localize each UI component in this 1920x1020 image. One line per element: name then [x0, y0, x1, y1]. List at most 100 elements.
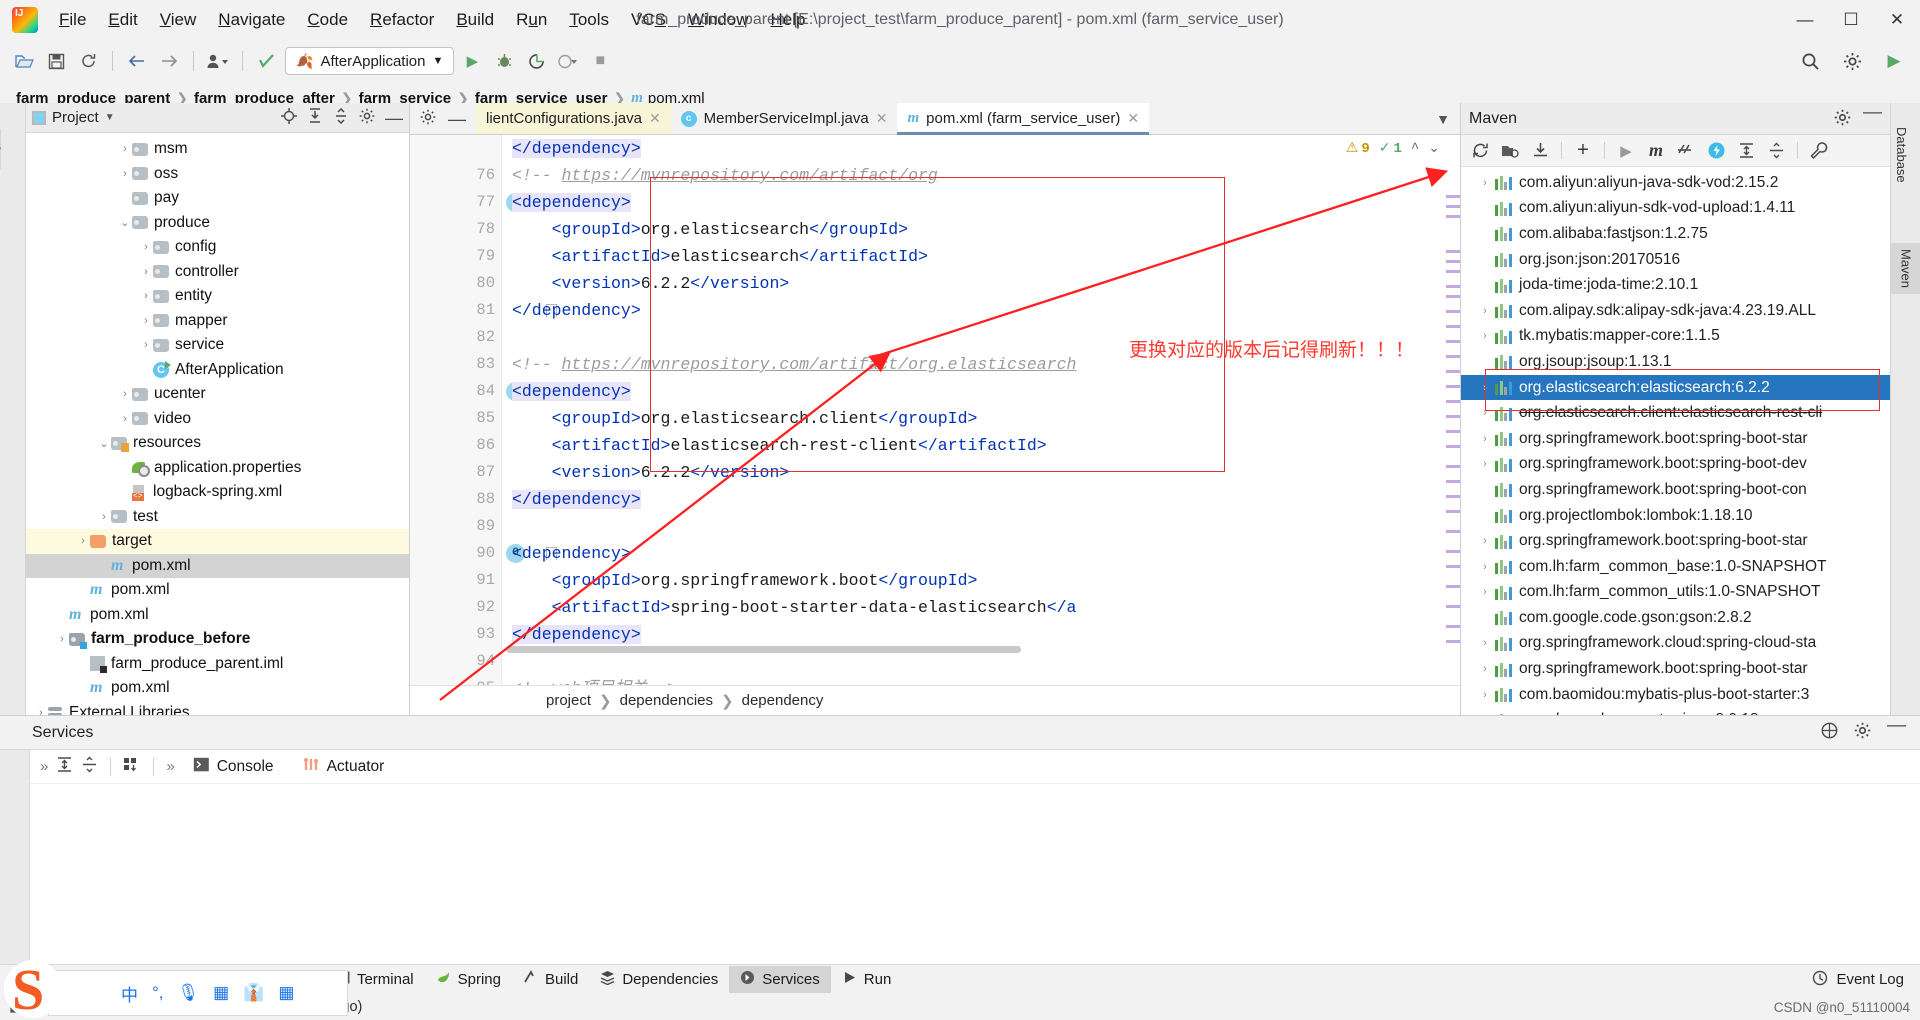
- tree-expand-arrow[interactable]: ›: [118, 168, 132, 180]
- tree-expand-arrow[interactable]: ›: [97, 511, 111, 523]
- sidebar-item-database[interactable]: Database: [1894, 121, 1909, 189]
- menu-navigate[interactable]: Navigate: [207, 6, 296, 34]
- code-marker[interactable]: [1446, 430, 1460, 433]
- project-tree[interactable]: › msm › oss pay ⌄ produce › config › con…: [26, 133, 409, 715]
- collapse-all-icon[interactable]: [1763, 139, 1789, 163]
- tree-expand-arrow[interactable]: ›: [139, 266, 153, 278]
- tool-window-tab-dependencies[interactable]: Dependencies: [589, 966, 729, 993]
- status-crumb-1[interactable]: dependencies: [620, 692, 713, 709]
- tree-expand-arrow[interactable]: ›: [1475, 382, 1495, 394]
- code-line[interactable]: <version>6.2.2</version>: [502, 459, 1460, 486]
- code-line[interactable]: <groupId>org.springframework.boot</group…: [502, 567, 1460, 594]
- tree-expand-arrow[interactable]: ›: [139, 315, 153, 327]
- code-marker[interactable]: [1446, 400, 1460, 403]
- collapse-all-icon[interactable]: [333, 107, 349, 127]
- code-marker[interactable]: [1446, 260, 1460, 263]
- close-icon[interactable]: ✕: [1127, 110, 1139, 127]
- tree-expand-arrow[interactable]: ›: [139, 339, 153, 351]
- code-line[interactable]: </dependency>: [502, 135, 1460, 162]
- code-marker[interactable]: [1446, 565, 1460, 568]
- code-marker[interactable]: [1446, 495, 1460, 498]
- tree-node[interactable]: application.properties: [26, 456, 409, 481]
- add-icon[interactable]: +: [1570, 139, 1596, 163]
- debug-button[interactable]: [490, 47, 518, 75]
- code-marker[interactable]: [1446, 325, 1460, 328]
- maven-dependency-row[interactable]: › tk.mybatis:mapper-core:1.1.5: [1461, 324, 1890, 350]
- code-marker[interactable]: [1446, 445, 1460, 448]
- maven-dependency-row[interactable]: org.jsoup:jsoup:1.13.1: [1461, 349, 1890, 375]
- maven-dependency-row[interactable]: com.alibaba:fastjson:1.2.75: [1461, 221, 1890, 247]
- sogou-ime-logo-icon[interactable]: [4, 956, 68, 1020]
- tree-node[interactable]: › config: [26, 235, 409, 260]
- chevron-up-icon[interactable]: ^: [1411, 141, 1419, 157]
- code-marker[interactable]: [1446, 550, 1460, 553]
- profile-icon[interactable]: [204, 47, 232, 75]
- hide-panel-icon[interactable]: —: [1887, 716, 1906, 743]
- tree-expand-arrow[interactable]: ›: [1475, 586, 1495, 598]
- maven-goal-icon[interactable]: m: [1643, 139, 1669, 163]
- forward-arrow-icon[interactable]: [155, 47, 183, 75]
- menu-view[interactable]: View: [149, 6, 208, 34]
- sidebar-item-maven[interactable]: Maven: [1891, 243, 1920, 295]
- expand-all-icon[interactable]: [56, 756, 73, 777]
- code-marker[interactable]: [1446, 205, 1460, 208]
- maven-dependency-row[interactable]: › org.elasticsearch.client:elasticsearch…: [1461, 400, 1890, 426]
- editor-marker-strip[interactable]: [1446, 135, 1460, 685]
- maven-dependency-row[interactable]: › com.baomidou:mybatis-plus-boot-starter…: [1461, 682, 1890, 708]
- ime-chinese-mode[interactable]: 中: [121, 981, 138, 1006]
- run-coverage-icon[interactable]: [522, 47, 550, 75]
- code-marker[interactable]: [1446, 215, 1460, 218]
- tree-expand-arrow[interactable]: ›: [1475, 535, 1495, 547]
- download-sources-icon[interactable]: [1527, 139, 1553, 163]
- services-item-actuator[interactable]: Actuator: [292, 756, 395, 778]
- ime-toolbar[interactable]: 中 °, 🎙 ▦ 👔 ▦: [48, 970, 348, 1016]
- tree-expand-arrow[interactable]: ›: [1475, 637, 1495, 649]
- overflow-icon[interactable]: »: [40, 758, 48, 775]
- code-line[interactable]: <artifactId>elasticsearch-rest-client</a…: [502, 432, 1460, 459]
- maven-dependency-row[interactable]: org.json:json:20170516: [1461, 247, 1890, 273]
- maven-dependency-row[interactable]: › com.alipay.sdk:alipay-sdk-java:4.23.19…: [1461, 298, 1890, 324]
- maven-dependency-row[interactable]: › org.springframework.boot:spring-boot-d…: [1461, 452, 1890, 478]
- save-icon[interactable]: [42, 47, 70, 75]
- minimize-button[interactable]: —: [1782, 0, 1828, 40]
- overflow-icon-2[interactable]: »: [166, 758, 174, 775]
- event-log-label[interactable]: Event Log: [1836, 971, 1904, 988]
- generate-sources-icon[interactable]: [1497, 139, 1523, 163]
- code-marker[interactable]: [1446, 480, 1460, 483]
- status-crumb-0[interactable]: project: [546, 692, 591, 709]
- locate-icon[interactable]: [281, 108, 297, 127]
- editor-tab-overflow[interactable]: ▼: [1426, 103, 1460, 134]
- toggle-offline-icon[interactable]: [1703, 139, 1729, 163]
- maven-dependency-row[interactable]: › com.lh:farm_common_utils:1.0-SNAPSHOT: [1461, 580, 1890, 606]
- gear-icon[interactable]: [1854, 722, 1871, 743]
- maven-dependency-row[interactable]: › com.lh:farm_common_base:1.0-SNAPSHOT: [1461, 554, 1890, 580]
- tree-expand-arrow[interactable]: ›: [118, 143, 132, 155]
- services-item-console[interactable]: Console: [183, 756, 284, 778]
- collapse-all-icon[interactable]: [81, 756, 98, 777]
- code-marker[interactable]: [1446, 625, 1460, 628]
- chevron-down-icon[interactable]: ⌄: [1428, 140, 1440, 157]
- run-button[interactable]: ▶: [458, 47, 486, 75]
- close-icon[interactable]: ✕: [876, 110, 888, 127]
- tree-expand-arrow[interactable]: ›: [118, 413, 132, 425]
- run-green-icon[interactable]: ▶: [1880, 47, 1908, 75]
- code-area[interactable]: 76 77O 78 79 80 81 82 83 84O 85 86 87 88 89 90O 91 92 93 9…: [410, 135, 1460, 685]
- code-marker[interactable]: [1446, 530, 1460, 533]
- tree-expand-arrow[interactable]: ›: [1475, 458, 1495, 470]
- menu-file[interactable]: FFileile: [48, 6, 97, 34]
- tree-node[interactable]: m pom.xml: [26, 553, 409, 578]
- gear-icon[interactable]: [1834, 109, 1851, 129]
- code-line[interactable]: <dependency>: [502, 540, 1460, 567]
- code-line[interactable]: </dependency>: [502, 621, 1460, 648]
- code-line[interactable]: <!--web项目相关-->: [502, 675, 1460, 685]
- code-marker[interactable]: [1446, 195, 1460, 198]
- maven-dependency-row[interactable]: com.google.code.gson:gson:2.8.2: [1461, 605, 1890, 631]
- code-line[interactable]: <version>6.2.2</version>: [502, 270, 1460, 297]
- tool-window-tab-services[interactable]: Services: [729, 966, 831, 993]
- code-marker[interactable]: [1446, 250, 1460, 253]
- tree-expand-arrow[interactable]: ›: [139, 290, 153, 302]
- tree-node[interactable]: › farm_produce_before: [26, 627, 409, 652]
- tree-expand-arrow[interactable]: ›: [118, 388, 132, 400]
- code-marker[interactable]: [1446, 295, 1460, 298]
- tree-node[interactable]: › External Libraries: [26, 701, 409, 715]
